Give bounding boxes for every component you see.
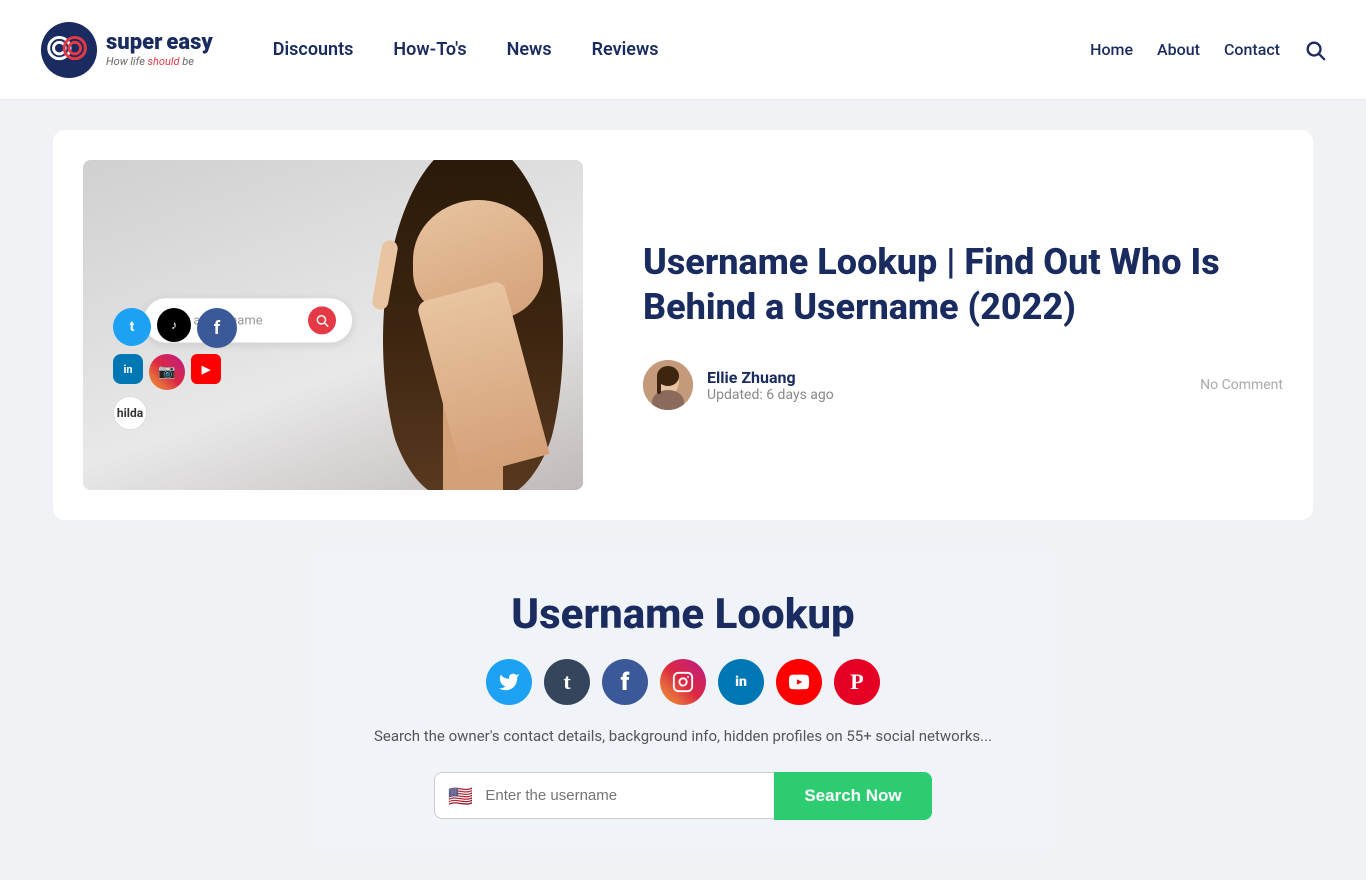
logo-tagline: How life should be [106,56,213,68]
float-tiktok: ♪ [157,308,191,342]
lookup-title: Username Lookup [343,590,1023,639]
float-other: hilda [113,396,147,430]
nav-about[interactable]: About [1157,40,1200,59]
nav-howtos[interactable]: How-To's [393,39,466,60]
username-input[interactable] [434,772,774,819]
input-wrapper: 🇺🇸 [434,772,774,820]
article-card: Enter a Username t ♪ f in 📷 ▶ [53,130,1313,520]
logo-super: super [106,31,162,55]
social-icon-twitter [486,659,532,705]
author-name: Ellie Zhuang [707,368,1186,387]
avatar-svg [643,360,693,410]
float-facebook: f [197,308,237,348]
float-twitter: t [113,308,151,346]
search-button[interactable] [1304,39,1326,61]
nav-discounts[interactable]: Discounts [273,39,354,60]
article-image: Enter a Username t ♪ f in 📷 ▶ [83,160,583,490]
social-icon-instagram [660,659,706,705]
floating-social-icons: t ♪ f in 📷 ▶ hilda [113,308,253,430]
site-header: super easy How life should be Discounts … [0,0,1366,100]
author-avatar-image [643,360,693,410]
author-avatar [643,360,693,410]
logo-icon [40,21,98,79]
flag-icon: 🇺🇸 [448,784,473,808]
nav-contact[interactable]: Contact [1224,40,1280,59]
float-instagram: 📷 [149,354,185,390]
image-search-btn [308,306,336,334]
social-icon-linkedin: in [718,659,764,705]
social-icon-tumblr: t [544,659,590,705]
article-title: Username Lookup | Find Out Who Is Behind… [643,240,1283,330]
main-content: Enter a Username t ♪ f in 📷 ▶ [33,130,1333,850]
no-comment: No Comment [1200,377,1283,393]
right-nav: Home About Contact [1090,39,1326,61]
social-icons-row: t f in P [343,659,1023,705]
author-details: Ellie Zhuang Updated: 6 days ago [707,368,1186,403]
logo-text: super easy How life should be [106,31,213,67]
lookup-form: 🇺🇸 Search Now [343,772,1023,820]
article-info: Username Lookup | Find Out Who Is Behind… [643,240,1283,410]
float-linkedin: in [113,354,143,384]
author-updated: Updated: 6 days ago [707,387,1186,403]
main-nav: Discounts How-To's News Reviews [273,39,1090,60]
search-now-button[interactable]: Search Now [774,772,931,820]
social-icon-pinterest: P [834,659,880,705]
lookup-description: Search the owner's contact details, back… [343,725,1023,748]
nav-news[interactable]: News [507,39,552,60]
logo-link[interactable]: super easy How life should be [40,21,213,79]
social-icon-facebook: f [602,659,648,705]
social-icon-youtube [776,659,822,705]
logo-easy: easy [166,31,212,55]
float-youtube: ▶ [191,354,221,384]
lookup-section: Username Lookup t f in P Search the owne… [313,550,1053,850]
nav-reviews[interactable]: Reviews [592,39,659,60]
nav-home[interactable]: Home [1090,40,1133,59]
author-section: Ellie Zhuang Updated: 6 days ago No Comm… [643,360,1283,410]
search-icon [1304,39,1326,61]
